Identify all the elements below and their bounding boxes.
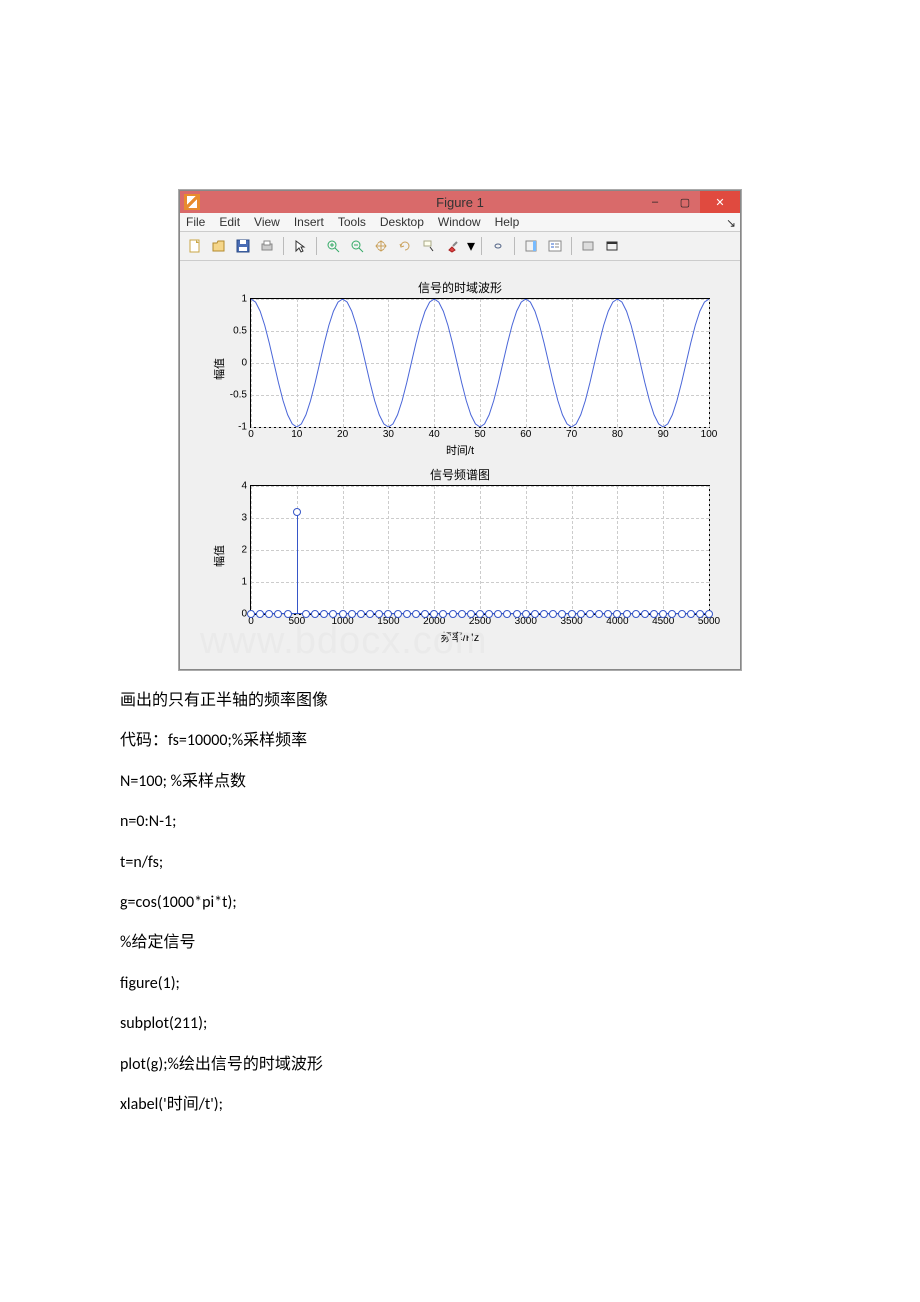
pan-icon[interactable] [370, 235, 392, 257]
dock-icon[interactable] [601, 235, 623, 257]
zoom-in-icon[interactable] [322, 235, 344, 257]
legend-icon[interactable] [544, 235, 566, 257]
sep [571, 237, 572, 255]
zoom-out-icon[interactable] [346, 235, 368, 257]
chart1-ylabel: 幅值 [211, 358, 227, 380]
subplot-1: 信号的时域波形 幅值 -1-0.500.51010203040506070809… [200, 279, 720, 458]
code-line-5: g=cos(1000*pi*t); [120, 892, 800, 914]
link-icon[interactable] [487, 235, 509, 257]
chart1-title: 信号的时域波形 [200, 279, 720, 296]
print-icon[interactable] [256, 235, 278, 257]
menu-tools[interactable]: Tools [338, 215, 366, 229]
menu-view[interactable]: View [254, 215, 280, 229]
code-line-1: 代码：fs=10000;%采样频率 [120, 730, 800, 752]
rotate-icon[interactable] [394, 235, 416, 257]
menu-desktop[interactable]: Desktop [380, 215, 424, 229]
pointer-icon[interactable] [289, 235, 311, 257]
sep [316, 237, 317, 255]
menu-edit[interactable]: Edit [219, 215, 240, 229]
menu-arrow-icon[interactable]: ↘ [726, 216, 736, 230]
code-line-9: plot(g);%绘出信号的时域波形 [120, 1054, 800, 1076]
brush-icon[interactable] [442, 235, 464, 257]
code-line-2: N=100; %采样点数 [120, 771, 800, 793]
code-line-10: xlabel('时间/t'); [120, 1094, 800, 1116]
colorbar-icon[interactable] [520, 235, 542, 257]
open-icon[interactable] [208, 235, 230, 257]
caption-text: 画出的只有正半轴的频率图像 [120, 690, 800, 712]
code-line-8: subplot(211); [120, 1013, 800, 1035]
matlab-figure-window: Figure 1 – ▢ ✕ File Edit View Insert Too… [179, 190, 741, 670]
plot-area: 信号的时域波形 幅值 -1-0.500.51010203040506070809… [180, 261, 740, 669]
window-title: Figure 1 [180, 195, 740, 210]
chart1-axes[interactable]: -1-0.500.510102030405060708090100 [250, 298, 710, 428]
datacursor-icon[interactable] [418, 235, 440, 257]
chart2-axes[interactable]: 0123405001000150020002500300035004000450… [250, 485, 710, 615]
menu-help[interactable]: Help [495, 215, 520, 229]
code-line-3: n=0:N-1; [120, 811, 800, 833]
menu-window[interactable]: Window [438, 215, 481, 229]
code-line-7: figure(1); [120, 973, 800, 995]
save-icon[interactable] [232, 235, 254, 257]
chart2-ylabel: 幅值 [211, 545, 227, 567]
menu-insert[interactable]: Insert [294, 215, 324, 229]
subplot-2: 信号频谱图 幅值 0123405001000150020002500300035… [200, 466, 720, 645]
chart1-xlabel: 时间/t [200, 442, 720, 458]
menu-file[interactable]: File [186, 215, 205, 229]
new-icon[interactable] [184, 235, 206, 257]
sep [481, 237, 482, 255]
menubar: File Edit View Insert Tools Desktop Wind… [180, 213, 740, 232]
code-line-4: t=n/fs; [120, 852, 800, 874]
chart2-title: 信号频谱图 [200, 466, 720, 483]
sep [514, 237, 515, 255]
hide-icon[interactable] [577, 235, 599, 257]
code-line-6: %给定信号 [120, 932, 800, 954]
sep [283, 237, 284, 255]
titlebar[interactable]: Figure 1 – ▢ ✕ [180, 191, 740, 213]
chart2-xlabel: 频率/Hz [200, 629, 720, 645]
dropdown-icon[interactable]: ▾ [466, 235, 476, 257]
toolbar: ▾ [180, 232, 740, 261]
